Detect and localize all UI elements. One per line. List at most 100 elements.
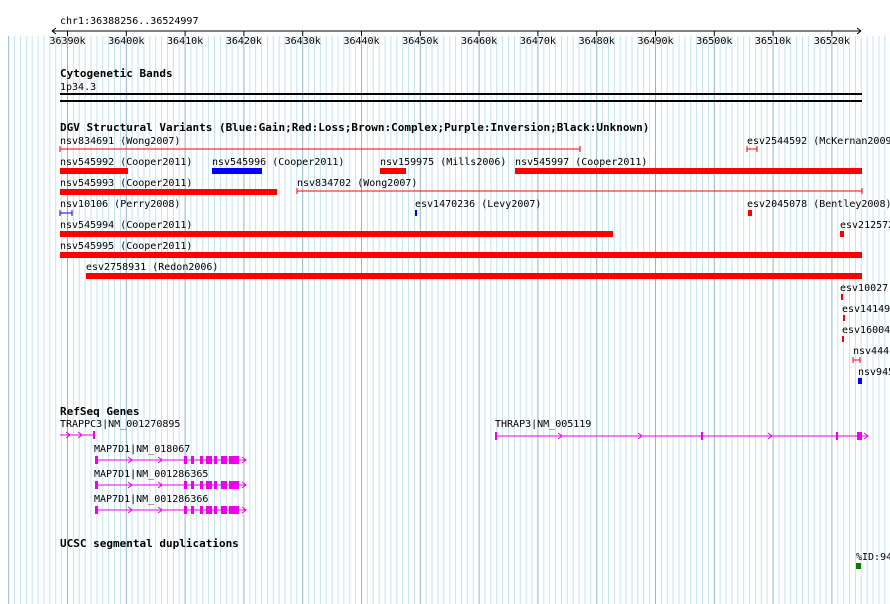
dgv-feature[interactable]: esv1470236 (Levy2007) xyxy=(415,199,541,216)
ruler-tick-label: 36440k xyxy=(343,36,379,47)
refseq-gene[interactable]: THRAP3|NM_005119 xyxy=(495,419,869,440)
dgv-features: nsv834691 (Wong2007) esv2544592 (McKernan… xyxy=(59,136,890,384)
dgv-feature-bar[interactable] xyxy=(858,378,862,384)
exon xyxy=(221,506,227,514)
dgv-feature-bar[interactable] xyxy=(748,210,752,216)
exon xyxy=(200,456,203,464)
dgv-feature-label: esv212572 xyxy=(840,220,890,231)
dgv-feature[interactable]: esv10027 xyxy=(840,283,888,300)
segdup-track-title: UCSC segmental duplications xyxy=(60,537,239,550)
dgv-feature-label: nsv10106 (Perry2008) xyxy=(60,199,180,210)
dgv-feature-bar[interactable] xyxy=(515,168,862,174)
dgv-feature-bar[interactable] xyxy=(86,273,862,279)
dgv-feature[interactable]: nsv545993 (Cooper2011) xyxy=(60,178,277,195)
dgv-feature-label: nsv834702 (Wong2007) xyxy=(297,178,417,189)
refseq-gene[interactable]: MAP7D1|NM_018067 xyxy=(94,444,247,464)
dgv-feature-label: nsv545992 (Cooper2011) xyxy=(60,157,192,168)
refseq-gene-label: TRAPPC3|NM_001270895 xyxy=(60,419,180,430)
exon xyxy=(229,456,239,464)
dgv-feature[interactable]: esv212572 xyxy=(840,220,890,237)
dgv-feature-label: esv16004 xyxy=(842,325,890,336)
exon xyxy=(221,481,227,489)
exon xyxy=(214,506,217,514)
exon xyxy=(95,481,98,489)
ruler-tick-label: 36450k xyxy=(402,36,438,47)
cytoband-track-title: Cytogenetic Bands xyxy=(60,67,173,80)
exon xyxy=(93,431,95,439)
exon xyxy=(836,432,838,440)
dgv-feature-bar[interactable] xyxy=(60,189,277,195)
dgv-feature[interactable]: nsv159975 (Mills2006) xyxy=(380,157,506,174)
dgv-feature-label: nsv545995 (Cooper2011) xyxy=(60,241,192,252)
exon xyxy=(95,506,98,514)
dgv-feature-bar[interactable] xyxy=(840,231,844,237)
genome-browser-panel: chr1:36388256..36524997 36390k 36400k 3641… xyxy=(0,0,890,604)
dgv-feature-label: nsv159975 (Mills2006) xyxy=(380,157,506,168)
dgv-feature[interactable]: nsv444 xyxy=(852,346,889,363)
exon xyxy=(184,456,187,464)
ruler-tick-label: 36430k xyxy=(285,36,321,47)
ruler-tick-label: 36410k xyxy=(167,36,203,47)
exon xyxy=(184,481,187,489)
dgv-feature-bar[interactable] xyxy=(380,168,406,174)
dgv-feature[interactable]: nsv545997 (Cooper2011) xyxy=(515,157,862,174)
dgv-feature-bar[interactable] xyxy=(60,168,128,174)
dgv-feature-label: esv1470236 (Levy2007) xyxy=(415,199,541,210)
refseq-gene[interactable]: MAP7D1|NM_001286366 xyxy=(94,494,247,514)
ruler-tick-label: 36500k xyxy=(696,36,732,47)
dgv-feature-label: nsv545996 (Cooper2011) xyxy=(212,157,344,168)
ruler-tick-label: 36420k xyxy=(226,36,262,47)
dgv-feature-bar[interactable] xyxy=(60,252,862,258)
ruler-tick-label: 36460k xyxy=(461,36,497,47)
dgv-feature-bar[interactable] xyxy=(415,210,417,216)
exon xyxy=(191,506,194,514)
exon xyxy=(214,456,217,464)
refseq-genes: TRAPPC3|NM_001270895 THRAP3|NM_005119 MAP7… xyxy=(60,419,869,514)
refseq-gene-label: MAP7D1|NM_001286366 xyxy=(94,494,208,505)
ruler[interactable] xyxy=(51,27,862,35)
exon xyxy=(206,506,212,514)
dgv-feature-label: nsv945 xyxy=(858,367,890,378)
exon xyxy=(206,456,212,464)
dgv-feature-label: esv2758931 (Redon2006) xyxy=(86,262,218,273)
genome-tracks-canvas: chr1:36388256..36524997 36390k 36400k 3641… xyxy=(8,16,890,604)
refseq-track-title: RefSeq Genes xyxy=(60,405,139,418)
dgv-feature-label: nsv545997 (Cooper2011) xyxy=(515,157,647,168)
exon xyxy=(701,432,703,440)
dgv-feature-label: nsv444 xyxy=(853,346,889,357)
dgv-feature[interactable]: esv2758931 (Redon2006) xyxy=(86,262,862,279)
dgv-feature-label: nsv545994 (Cooper2011) xyxy=(60,220,192,231)
dgv-feature[interactable]: nsv545996 (Cooper2011) xyxy=(212,157,344,174)
exon xyxy=(95,456,98,464)
dgv-feature-bar[interactable] xyxy=(60,231,613,237)
exon xyxy=(229,506,239,514)
dgv-feature[interactable]: esv2544592 (McKernan2009 xyxy=(746,136,890,152)
exon xyxy=(184,506,187,514)
dgv-feature-label: esv2544592 (McKernan2009 xyxy=(747,136,890,147)
dgv-feature[interactable]: nsv545992 (Cooper2011) xyxy=(60,157,192,174)
segdup-feature[interactable] xyxy=(856,563,861,569)
dgv-feature-label: nsv834691 (Wong2007) xyxy=(60,136,180,147)
dgv-feature[interactable]: esv2045078 (Bentley2008) xyxy=(747,199,890,216)
exon xyxy=(857,432,862,440)
exon xyxy=(206,481,212,489)
exon xyxy=(191,456,194,464)
refseq-gene-label: THRAP3|NM_005119 xyxy=(495,419,591,430)
exon xyxy=(200,506,203,514)
dgv-feature-bar[interactable] xyxy=(843,315,845,321)
ruler-tick-label: 36470k xyxy=(520,36,556,47)
dgv-feature-label: nsv545993 (Cooper2011) xyxy=(60,178,192,189)
dgv-feature[interactable]: nsv545994 (Cooper2011) xyxy=(60,220,613,237)
exon xyxy=(200,481,203,489)
dgv-track-title: DGV Structural Variants (Blue:Gain;Red:L… xyxy=(60,121,649,134)
ruler-tick-label: 36510k xyxy=(755,36,791,47)
ruler-tick-label: 36400k xyxy=(108,36,144,47)
dgv-feature-bar[interactable] xyxy=(841,294,843,300)
exon xyxy=(229,481,239,489)
dgv-feature-bar[interactable] xyxy=(212,168,262,174)
ruler-tick-label: 36480k xyxy=(579,36,615,47)
ruler-tick-label: 36390k xyxy=(49,36,85,47)
ruler-tick-label: 36490k xyxy=(637,36,673,47)
refseq-gene[interactable]: MAP7D1|NM_001286365 xyxy=(94,469,247,489)
dgv-feature-bar[interactable] xyxy=(842,336,844,342)
